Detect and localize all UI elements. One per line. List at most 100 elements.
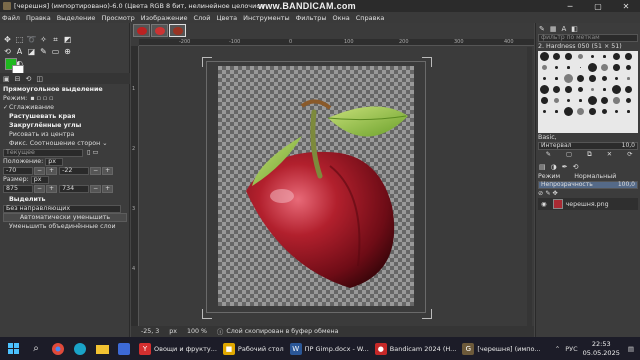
lock-icon[interactable]: ⊘ ✎ ✥	[538, 189, 558, 198]
size-unit-select[interactable]: px	[30, 175, 49, 184]
brush-preset-icon[interactable]	[599, 84, 610, 95]
vertical-ruler[interactable]: 1 2 3 4	[131, 46, 139, 332]
crop-tool-icon[interactable]: ⌗	[50, 34, 61, 45]
menu-file[interactable]: Файл	[2, 14, 20, 22]
brush-preset-icon[interactable]	[599, 62, 610, 73]
brush-preset-icon[interactable]	[611, 106, 622, 117]
brush-grid[interactable]	[538, 51, 638, 133]
selection-corner-br[interactable]	[422, 309, 432, 319]
brushes-tab-icon[interactable]: ✎	[539, 25, 545, 33]
taskbar-item[interactable]: Y Овощи и фрукту...	[139, 342, 217, 355]
brush-preset-icon[interactable]	[539, 51, 550, 62]
tool-options-tab-icon[interactable]: ▣	[3, 75, 10, 83]
menu-edit[interactable]: Правка	[26, 14, 51, 22]
refresh-brushes-icon[interactable]: ⟳	[627, 150, 632, 159]
images-tab-icon[interactable]: ◫	[36, 75, 43, 83]
canvas-viewport[interactable]	[140, 47, 532, 331]
from-center-row[interactable]: Рисовать из центра	[0, 130, 130, 139]
taskbar-item[interactable]: ● Bandicam 2024 (H...	[374, 342, 456, 355]
image-tab-1[interactable]	[133, 24, 150, 37]
feather-row[interactable]: Растушевать края	[0, 112, 130, 121]
brush-preset-icon[interactable]	[599, 95, 610, 106]
brush-preset-icon[interactable]	[575, 73, 586, 84]
menu-layer[interactable]: Слой	[194, 14, 211, 22]
brush-preset-icon[interactable]	[587, 106, 598, 117]
brush-preset-icon[interactable]	[575, 95, 586, 106]
explorer-icon[interactable]	[94, 341, 110, 357]
zoom-select[interactable]: 100 %	[187, 328, 207, 335]
image-tab-2[interactable]	[151, 24, 168, 37]
brush-preset-icon[interactable]	[611, 62, 622, 73]
layer-item[interactable]: ◉ черешня.png	[538, 198, 638, 210]
brush-preset-icon[interactable]	[599, 51, 610, 62]
brush-preset-icon[interactable]	[587, 95, 598, 106]
brush-preset-icon[interactable]	[539, 62, 550, 73]
tray-chevron-icon[interactable]: ⌃	[555, 345, 560, 353]
brush-preset-icon[interactable]	[623, 62, 634, 73]
spacing-slider[interactable]: Интервал 10,0	[538, 142, 638, 150]
opacity-slider[interactable]: Непрозрачность 100,0	[538, 181, 638, 189]
brush-preset-icon[interactable]	[551, 62, 562, 73]
brush-preset-icon[interactable]	[551, 84, 562, 95]
brush-preset-icon[interactable]	[563, 51, 574, 62]
position-unit-select[interactable]: px	[45, 157, 64, 166]
position-y-field[interactable]: -22	[59, 166, 90, 175]
brush-preset-icon[interactable]	[551, 95, 562, 106]
guides-row[interactable]: Без направляющих	[0, 204, 130, 213]
auto-shrink-button[interactable]: Автоматически уменьшить	[3, 213, 127, 222]
menu-view[interactable]: Просмотр	[101, 14, 134, 22]
brush-preset-icon[interactable]	[539, 106, 550, 117]
minimize-button[interactable]: ─	[556, 0, 584, 12]
fonts-tab-icon[interactable]: A	[562, 25, 567, 33]
undo-history-tab-icon[interactable]: ⟲	[26, 75, 32, 83]
layer-visibility-eye-icon[interactable]: ◉	[541, 201, 547, 208]
app-icon[interactable]	[116, 341, 132, 357]
brush-preset-icon[interactable]	[575, 84, 586, 95]
antialias-row[interactable]: ✓ Сглаживание	[0, 103, 130, 112]
brush-preset-icon[interactable]	[551, 51, 562, 62]
brush-preset-icon[interactable]	[611, 51, 622, 62]
brush-preset-icon[interactable]	[623, 73, 634, 84]
brush-tag-filter[interactable]: фильтр по меткам	[538, 34, 638, 42]
horizontal-ruler[interactable]: -200 -100 0 100 200 300 400	[139, 39, 534, 46]
size-w-minus-button[interactable]: −	[34, 184, 46, 193]
brush-preset-icon[interactable]	[587, 51, 598, 62]
edit-brush-icon[interactable]: ✎	[546, 150, 551, 159]
new-brush-icon[interactable]: ▢	[566, 150, 572, 159]
rounded-row[interactable]: Закруглённые углы	[0, 121, 130, 130]
fixed-row[interactable]: Фикс. Соотношение сторон ⌄	[0, 139, 130, 148]
brush-preset-icon[interactable]	[575, 51, 586, 62]
fuzzy-select-tool-icon[interactable]: ✧	[38, 34, 49, 45]
menu-filters[interactable]: Фильтры	[296, 14, 327, 22]
size-w-plus-button[interactable]: +	[46, 184, 58, 193]
close-button[interactable]: ✕	[612, 0, 640, 12]
pos-x-plus-button[interactable]: +	[46, 166, 58, 175]
taskbar-item[interactable]: G [черешня] (импо...	[462, 342, 541, 355]
brush-preset-icon[interactable]	[599, 73, 610, 84]
brush-preset-icon[interactable]	[563, 73, 574, 84]
duplicate-brush-icon[interactable]: ⧉	[587, 150, 592, 159]
unit-select[interactable]: px	[169, 328, 177, 335]
brush-preset-icon[interactable]	[539, 73, 550, 84]
brush-preset-icon[interactable]	[587, 73, 598, 84]
pos-y-minus-button[interactable]: −	[90, 166, 102, 175]
brush-preset-icon[interactable]	[563, 84, 574, 95]
landscape-icon[interactable]: ▭	[92, 149, 98, 156]
size-h-minus-button[interactable]: −	[90, 184, 102, 193]
brush-preset-icon[interactable]	[611, 95, 622, 106]
eraser-tool-icon[interactable]: ▭	[50, 46, 61, 57]
brush-tool-icon[interactable]: ✎	[38, 46, 49, 57]
selection-corner-bl[interactable]	[202, 309, 212, 319]
menu-windows[interactable]: Окна	[332, 14, 349, 22]
brush-preset-icon[interactable]	[623, 106, 634, 117]
size-width-field[interactable]: 875	[3, 184, 33, 193]
vertical-scrollbar[interactable]	[527, 47, 532, 331]
undo-tab-icon[interactable]: ⟲	[573, 163, 579, 171]
pos-y-plus-button[interactable]: +	[102, 166, 114, 175]
menu-image[interactable]: Изображение	[141, 14, 188, 22]
menu-help[interactable]: Справка	[356, 14, 385, 22]
delete-brush-icon[interactable]: ✕	[607, 150, 612, 159]
layers-tab-icon[interactable]: ▤	[539, 163, 546, 171]
maximize-button[interactable]: ▢	[584, 0, 612, 12]
highlight-row[interactable]: Выделить	[0, 195, 130, 204]
